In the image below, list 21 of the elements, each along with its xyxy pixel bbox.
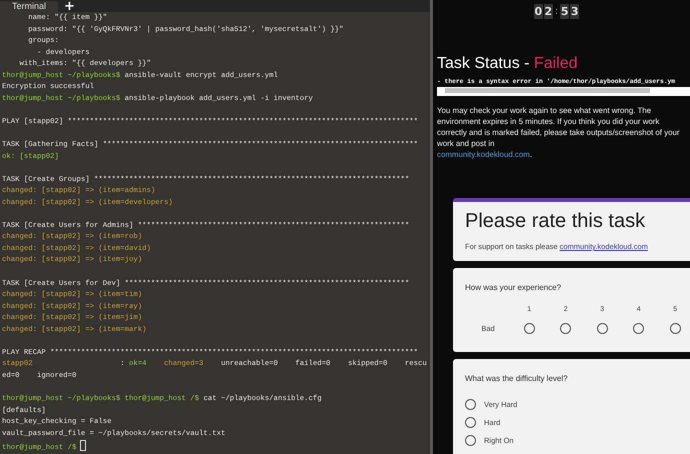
status-label: Task Status - (437, 55, 530, 72)
radio-button[interactable] (524, 323, 535, 334)
question-text: How was your experience? (465, 283, 562, 292)
radio-button[interactable] (465, 416, 476, 428)
timer-separator: : (554, 6, 560, 17)
horizontal-scrollbar[interactable] (437, 87, 690, 96)
timer-digit: 3 (570, 4, 580, 19)
timer-digit: 0 (534, 4, 543, 19)
timer-digit: 2 (544, 4, 553, 19)
radio-button[interactable] (670, 323, 681, 334)
form-title: Please rate this task (465, 210, 646, 233)
terminal-tab[interactable]: Terminal (0, 1, 58, 12)
status-value: Failed (534, 55, 578, 72)
radio-button[interactable] (633, 323, 644, 334)
radio-button[interactable] (596, 323, 608, 334)
add-tab-button[interactable]: + (58, 1, 81, 12)
timer-digit: 5 (560, 4, 570, 19)
radio-button[interactable] (465, 398, 476, 410)
radio-button[interactable] (560, 323, 572, 334)
question-text: What was the difficulty level? (465, 374, 569, 383)
radio-button[interactable] (465, 434, 476, 446)
